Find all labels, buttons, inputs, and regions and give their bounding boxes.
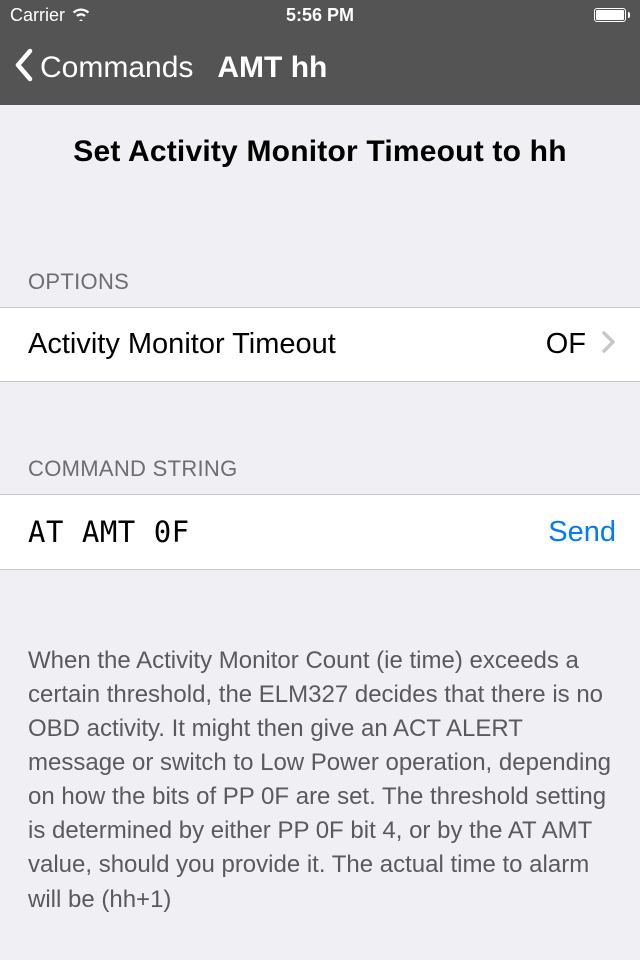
status-time: 5:56 PM — [286, 5, 354, 26]
section-header-command: COMMAND STRING — [0, 456, 640, 494]
status-bar: Carrier 5:56 PM — [0, 0, 640, 30]
back-button[interactable]: Commands — [40, 51, 193, 85]
send-button[interactable]: Send — [548, 516, 616, 549]
battery-icon — [594, 8, 631, 22]
command-string: AT AMT 0F — [28, 515, 548, 549]
option-row-activity-monitor-timeout[interactable]: Activity Monitor Timeout OF — [0, 307, 640, 382]
page-title: Set Activity Monitor Timeout to hh — [0, 105, 640, 181]
section-header-options: OPTIONS — [0, 269, 640, 307]
back-chevron-icon[interactable] — [14, 47, 34, 89]
option-value: OF — [546, 328, 586, 361]
status-left: Carrier — [10, 5, 91, 26]
wifi-icon — [71, 5, 91, 26]
chevron-right-icon — [602, 329, 616, 360]
option-label: Activity Monitor Timeout — [28, 328, 546, 361]
carrier-label: Carrier — [10, 5, 65, 26]
description-text: When the Activity Monitor Count (ie time… — [0, 570, 640, 917]
nav-title: AMT hh — [217, 51, 327, 85]
command-row: AT AMT 0F Send — [0, 494, 640, 570]
nav-bar: Commands AMT hh — [0, 30, 640, 105]
